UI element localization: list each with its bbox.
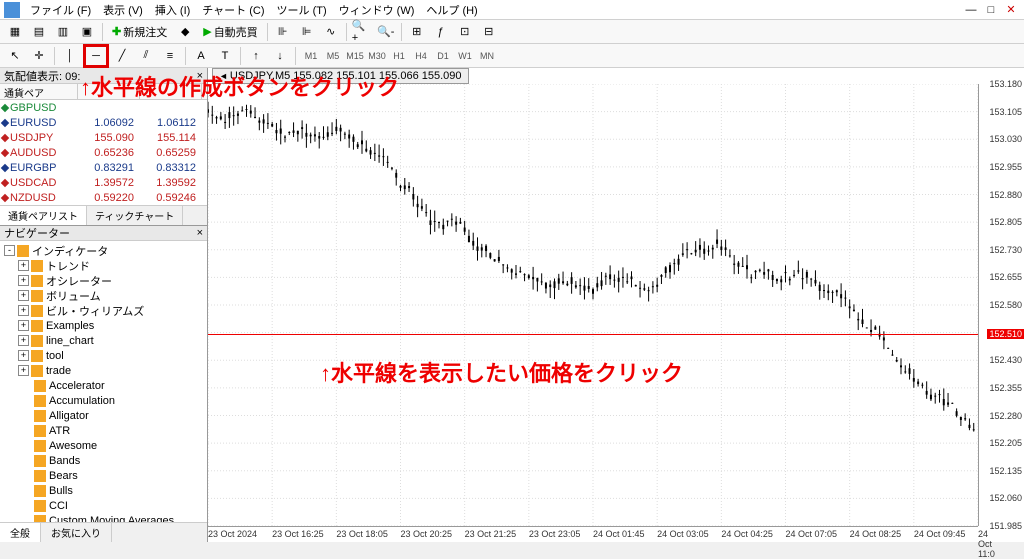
line-chart-icon[interactable]: ∿ [320, 22, 342, 42]
toolbar-objects: ↖ ✛ │ ─ ╱ ⫽ ≡ A T ↑ ↓ M1M5M15M30H1H4D1W1… [0, 44, 1024, 68]
toolbar-main: ▦ ▤ ▥ ▣ ✚新規注文 ◆ ▶自動売買 ⊪ ⊫ ∿ 🔍+ 🔍- ⊞ ƒ ⊡ … [0, 20, 1024, 44]
timeframe-m15[interactable]: M15 [344, 47, 366, 65]
profile-icon[interactable]: ▤ [28, 22, 50, 42]
close-button[interactable]: ✕ [1002, 3, 1020, 17]
timeframe-h1[interactable]: H1 [388, 47, 410, 65]
text-icon[interactable]: A [190, 46, 212, 66]
mw-row[interactable]: NZDUSD0.592200.59246 [0, 190, 207, 205]
mw-row[interactable]: AUDUSD0.652360.65259 [0, 145, 207, 160]
tree-item[interactable]: Bulls [2, 483, 205, 498]
crosshair-icon[interactable]: ✛ [28, 46, 50, 66]
horizontal-line-button-highlight: ─ [83, 44, 109, 68]
trendline-icon[interactable]: ╱ [111, 46, 133, 66]
horizontal-line[interactable] [208, 334, 978, 335]
timeframe-m30[interactable]: M30 [366, 47, 388, 65]
timeframe-h4[interactable]: H4 [410, 47, 432, 65]
indicator-icon[interactable]: ƒ [430, 22, 452, 42]
annotation-hline-button: ↑水平線の作成ボタンをクリック [80, 70, 399, 102]
zoom-out-icon[interactable]: 🔍- [375, 22, 397, 42]
tree-item[interactable]: Awesome [2, 438, 205, 453]
horizontal-line-icon[interactable]: ─ [86, 46, 106, 66]
fibo-icon[interactable]: ≡ [159, 46, 181, 66]
cursor-icon[interactable]: ↖ [4, 46, 26, 66]
expert-icon[interactable]: ◆ [174, 22, 196, 42]
tile-icon[interactable]: ⊞ [406, 22, 428, 42]
timeframe-m5[interactable]: M5 [322, 47, 344, 65]
tree-item[interactable]: Accelerator [2, 378, 205, 393]
autotrade-button[interactable]: ▶自動売買 [198, 22, 262, 42]
arrow-up-icon[interactable]: ↑ [245, 46, 267, 66]
menu-help[interactable]: ヘルプ (H) [420, 0, 483, 20]
label-icon[interactable]: T [214, 46, 236, 66]
menu-insert[interactable]: 挿入 (I) [149, 0, 196, 20]
mw-row[interactable]: GBPUSD [0, 100, 207, 115]
tree-item[interactable]: ATR [2, 423, 205, 438]
left-panel: 気配値表示: 09: × 通貨ペア GBPUSDEURUSD1.060921.0… [0, 68, 208, 542]
menu-file[interactable]: ファイル (F) [24, 0, 97, 20]
mw-icon[interactable]: ▥ [52, 22, 74, 42]
annotation-click-price: ↑水平線を表示したい価格をクリック [320, 356, 683, 388]
chart-canvas[interactable] [208, 84, 978, 526]
mw-row[interactable]: EURUSD1.060921.06112 [0, 115, 207, 130]
tree-folder[interactable]: +オシレーター [2, 273, 205, 288]
timeframe-m1[interactable]: M1 [300, 47, 322, 65]
tree-item[interactable]: CCI [2, 498, 205, 513]
tab-general[interactable]: 全般 [0, 523, 41, 542]
tab-pairlist[interactable]: 通貨ペアリスト [0, 206, 87, 225]
menu-chart[interactable]: チャート (C) [196, 0, 270, 20]
zoom-in-icon[interactable]: 🔍+ [351, 22, 373, 42]
mw-row[interactable]: USDCAD1.395721.39592 [0, 175, 207, 190]
tree-item[interactable]: Custom Moving Averages [2, 513, 205, 522]
y-axis: 153.180153.105153.030152.955152.880152.8… [978, 84, 1024, 526]
period-icon[interactable]: ⊡ [454, 22, 476, 42]
tree-root[interactable]: -インディケータ [2, 243, 205, 258]
close-icon[interactable]: × [197, 227, 207, 239]
market-watch-body: GBPUSDEURUSD1.060921.06112USDJPY155.0901… [0, 100, 207, 205]
menu-window[interactable]: ウィンドウ (W) [333, 0, 421, 20]
chart-area[interactable]: ◄ USDJPY,M5 155.082 155.101 155.066 155.… [208, 68, 1024, 542]
bar-chart-icon[interactable]: ⊪ [272, 22, 294, 42]
tree-folder[interactable]: +トレンド [2, 258, 205, 273]
timeframe-w1[interactable]: W1 [454, 47, 476, 65]
x-axis: 23 Oct 202423 Oct 16:2523 Oct 18:0523 Oc… [208, 526, 978, 542]
chart-window-icon[interactable]: ▦ [4, 22, 26, 42]
navigator-header: ナビゲーター × [0, 225, 207, 241]
tree-folder[interactable]: +Examples [2, 318, 205, 333]
tree-folder[interactable]: +trade [2, 363, 205, 378]
arrow-down-icon[interactable]: ↓ [269, 46, 291, 66]
menu-bar: ファイル (F) 表示 (V) 挿入 (I) チャート (C) ツール (T) … [0, 0, 1024, 20]
mw-row[interactable]: USDJPY155.090155.114 [0, 130, 207, 145]
tree-item[interactable]: Bands [2, 453, 205, 468]
app-icon [4, 2, 20, 18]
new-order-button[interactable]: ✚新規注文 [107, 22, 172, 42]
channel-icon[interactable]: ⫽ [135, 46, 157, 66]
tab-favorites[interactable]: お気に入り [41, 523, 112, 542]
template-icon[interactable]: ⊟ [478, 22, 500, 42]
candle-chart-icon[interactable]: ⊫ [296, 22, 318, 42]
tree-folder[interactable]: +tool [2, 348, 205, 363]
timeframe-d1[interactable]: D1 [432, 47, 454, 65]
tree-item[interactable]: Alligator [2, 408, 205, 423]
tree-item[interactable]: Accumulation [2, 393, 205, 408]
nav-icon[interactable]: ▣ [76, 22, 98, 42]
vertical-line-icon[interactable]: │ [59, 46, 81, 66]
maximize-button[interactable]: □ [982, 3, 1000, 17]
navigator-body: -インディケータ+トレンド+オシレーター+ボリューム+ビル・ウィリアムズ+Exa… [0, 241, 207, 522]
mw-row[interactable]: EURGBP0.832910.83312 [0, 160, 207, 175]
tree-folder[interactable]: +ボリューム [2, 288, 205, 303]
tree-folder[interactable]: +ビル・ウィリアムズ [2, 303, 205, 318]
tab-tickchart[interactable]: ティックチャート [87, 206, 183, 225]
menu-tool[interactable]: ツール (T) [271, 0, 333, 20]
tree-item[interactable]: Bears [2, 468, 205, 483]
menu-view[interactable]: 表示 (V) [97, 0, 149, 20]
timeframe-mn[interactable]: MN [476, 47, 498, 65]
minimize-button[interactable]: — [962, 3, 980, 17]
tree-folder[interactable]: +line_chart [2, 333, 205, 348]
